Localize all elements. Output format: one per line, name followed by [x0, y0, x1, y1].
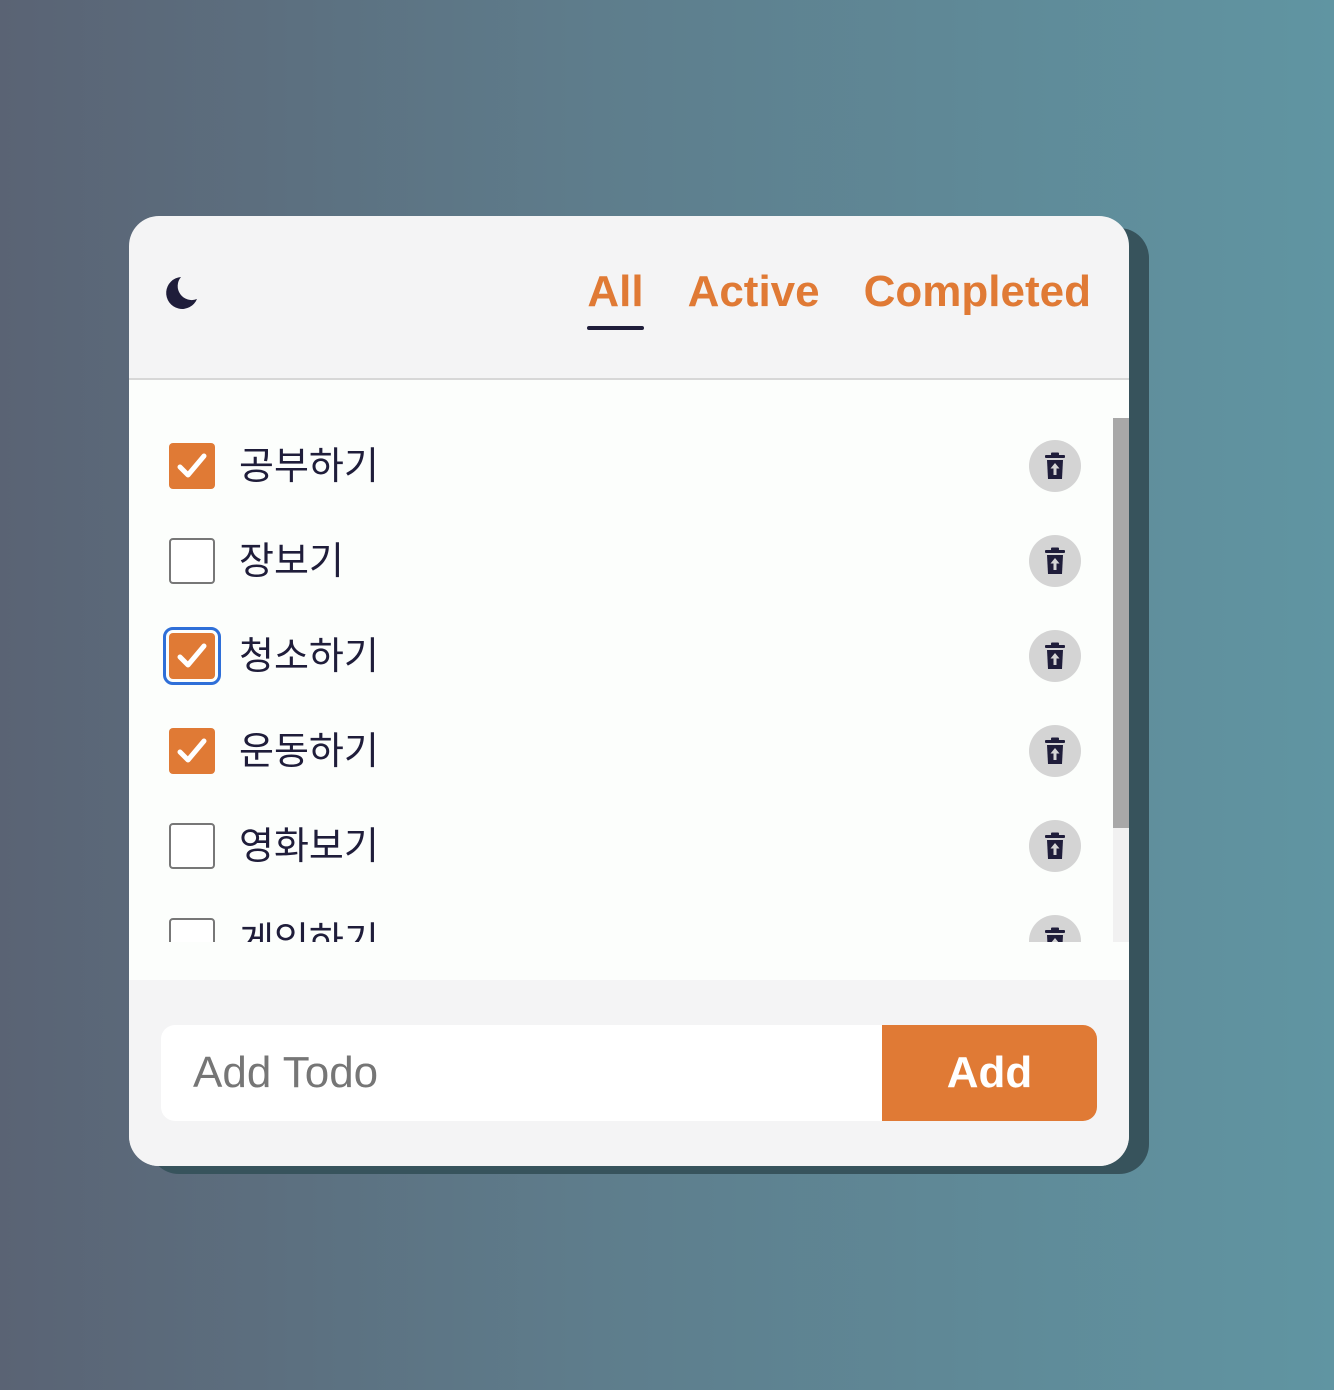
checkmark-icon: [177, 643, 207, 667]
trash-icon: [1045, 832, 1065, 859]
filter-tabs: All Active Completed: [587, 266, 1091, 330]
todo-list-area: 공부하기 장보기 청소하기 운동하기 영화보기 게임하기: [129, 380, 1129, 980]
todo-checkbox[interactable]: [169, 917, 215, 942]
todo-item: 청소하기: [129, 608, 1113, 703]
todo-item: 공부하기: [129, 418, 1113, 513]
header: All Active Completed: [129, 216, 1129, 380]
delete-button[interactable]: [1029, 439, 1081, 492]
checkmark-icon: [177, 738, 207, 762]
todo-item: 게임하기: [129, 893, 1113, 942]
delete-button[interactable]: [1029, 819, 1081, 872]
todo-label: 영화보기: [239, 823, 379, 868]
delete-button[interactable]: [1029, 534, 1081, 587]
add-button[interactable]: Add: [882, 1025, 1097, 1121]
checkmark-icon: [177, 453, 207, 477]
trash-icon: [1045, 737, 1065, 764]
filter-all[interactable]: All: [587, 266, 644, 330]
todo-checkbox[interactable]: [163, 626, 221, 685]
todo-item: 영화보기: [129, 798, 1113, 893]
trash-icon: [1045, 927, 1065, 942]
todo-checkbox[interactable]: [169, 727, 215, 774]
todo-label: 게임하기: [239, 918, 379, 943]
todo-checkbox[interactable]: [169, 822, 215, 869]
delete-button[interactable]: [1029, 914, 1081, 942]
trash-icon: [1045, 547, 1065, 574]
todo-checkbox[interactable]: [169, 442, 215, 489]
todo-checkbox[interactable]: [169, 537, 215, 584]
todo-label: 운동하기: [239, 728, 379, 773]
add-todo-form: Add: [129, 980, 1129, 1166]
todo-card: All Active Completed 공부하기 장보기 청소하기 운동하기 …: [129, 216, 1129, 1166]
todo-label: 공부하기: [239, 443, 379, 488]
todo-item: 장보기: [129, 513, 1113, 608]
trash-icon: [1045, 452, 1065, 479]
scrollbar[interactable]: [1113, 418, 1129, 942]
todo-list[interactable]: 공부하기 장보기 청소하기 운동하기 영화보기 게임하기: [129, 418, 1113, 942]
input-wrapper: Add: [161, 1025, 1097, 1121]
delete-button[interactable]: [1029, 629, 1081, 682]
delete-button[interactable]: [1029, 724, 1081, 777]
filter-active[interactable]: Active: [688, 266, 820, 318]
add-todo-input[interactable]: [161, 1025, 882, 1121]
todo-label: 청소하기: [239, 633, 379, 678]
trash-icon: [1045, 642, 1065, 669]
scrollbar-thumb[interactable]: [1113, 418, 1129, 828]
todo-item: 운동하기: [129, 703, 1113, 798]
moon-icon[interactable]: [161, 273, 201, 313]
todo-label: 장보기: [239, 538, 344, 583]
filter-completed[interactable]: Completed: [864, 266, 1091, 318]
